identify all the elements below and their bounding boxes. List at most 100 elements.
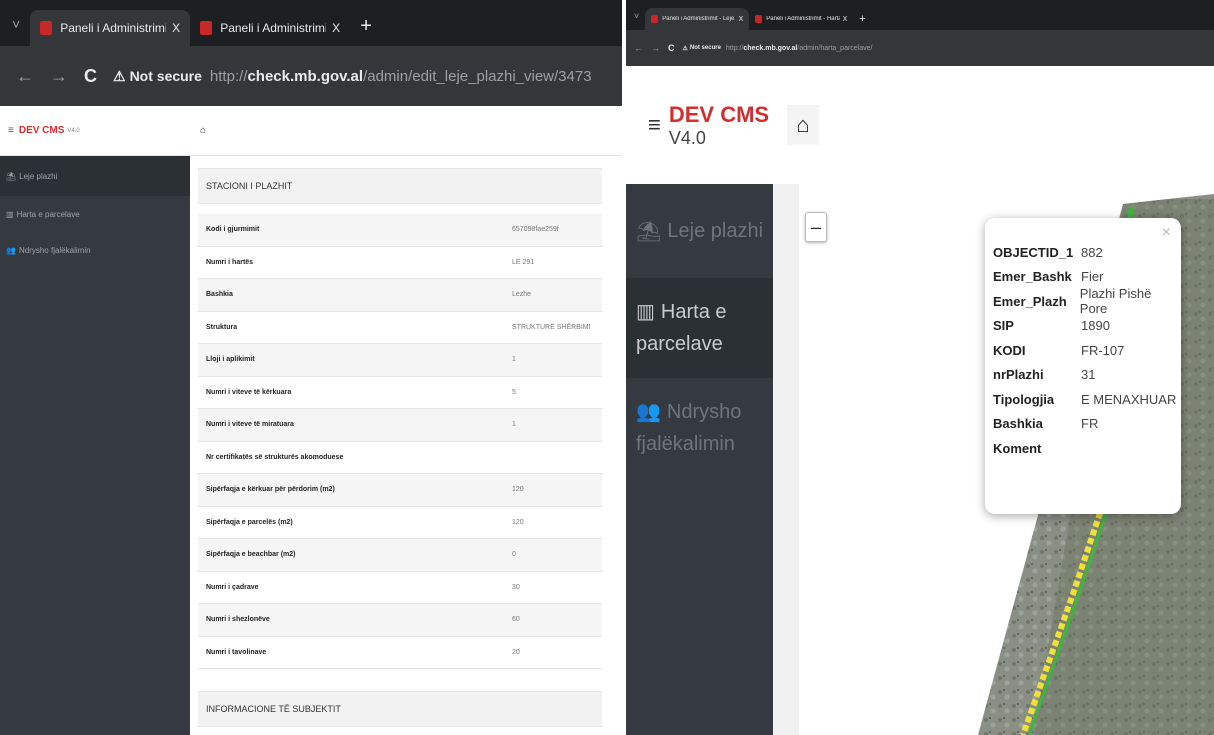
not-secure-badge[interactable]: ⚠ Not secure — [683, 45, 721, 52]
brand-block: DEV CMS V4.0 — [669, 102, 769, 149]
sidebar-item-leje-plazhi[interactable]: ⛱ Leje plazhi — [626, 184, 773, 278]
field-value: 1 — [512, 421, 516, 429]
tab-search-button[interactable]: ˅ — [12, 16, 20, 32]
tab-search-button[interactable]: ˅ — [634, 11, 639, 21]
table-row: Sipërfaqja e beachbar (m2) 0 — [198, 539, 602, 572]
tab-leje-plazhi[interactable]: Paneli i Administrimit - Leje Pla X — [645, 8, 750, 30]
table-row: Sipërfaqja e kërkuar për përdorim (m2) 12… — [198, 474, 602, 507]
sidebar-item-ndrysho[interactable]: 👥 Ndrysho fjalëkalimin — [0, 232, 190, 268]
url-field[interactable]: http://check.mb.gov.al/admin/edit_leje_p… — [210, 68, 592, 85]
map-area[interactable]: – × OBJECTID_1 882 Emer_Bashk Fier Emer_Plaz… — [773, 184, 1214, 735]
url-path: /admin/harta_parcelave/ — [797, 44, 873, 52]
tab-leje-plazhi[interactable]: Paneli i Administrimit - Leje Pla X — [30, 10, 191, 46]
not-secure-label: Not secure — [689, 45, 721, 51]
forward-icon[interactable]: → — [50, 66, 68, 87]
map-icon: ▥ — [636, 301, 655, 323]
menu-toggle-icon[interactable]: ≡ — [8, 125, 14, 136]
new-tab-button[interactable]: + — [360, 15, 372, 38]
field-label: Lloji i aplikimit — [206, 356, 255, 364]
left-browser-window: ˅ Paneli i Administrimit - Leje Pla X Pa… — [0, 0, 622, 735]
table-row: Kodi i gjurmimit 657098fae259f — [198, 214, 602, 247]
field-label: Nr certifikatës së strukturës akomoduese — [206, 453, 344, 461]
tab-bar: ˅ Paneli i Administrimit - Leje Pla X Pa… — [0, 0, 622, 46]
back-icon[interactable]: ← — [634, 43, 643, 53]
field-label: Bashkia — [206, 291, 233, 299]
favicon-icon — [755, 15, 763, 23]
tab-close-icon[interactable]: X — [166, 21, 180, 35]
sidebar-item-harta[interactable]: ▥ Harta e parcelave — [626, 278, 773, 378]
popup-value: 882 — [1081, 244, 1103, 260]
tab-ndrysho[interactable]: Paneli i Administrimit - Ndrysh X — [190, 10, 350, 46]
tab-close-icon[interactable]: X — [840, 16, 848, 23]
map-popup: × OBJECTID_1 882 Emer_Bashk Fier Emer_Plazh P… — [985, 218, 1181, 514]
popup-row: nrPlazhi 31 — [993, 363, 1181, 388]
new-tab-button[interactable]: + — [859, 13, 865, 25]
url-host: check.mb.gov.al — [743, 44, 798, 52]
brand-version: V4.0 — [668, 127, 706, 148]
field-label: Sipërfaqja e kërkuar për përdorim (m2) — [206, 486, 335, 494]
sidebar-item-ndrysho[interactable]: 👥 Ndrysho fjalëkalimin — [626, 378, 773, 478]
field-value: 1 — [512, 356, 516, 364]
users-icon: 👥 — [6, 245, 16, 255]
popup-key: Bashkia — [993, 416, 1043, 432]
forward-icon[interactable]: → — [651, 43, 660, 53]
back-icon[interactable]: ← — [16, 66, 34, 87]
sidebar-item-harta[interactable]: ▥ Harta e parcelave — [0, 196, 190, 232]
popup-key: Koment — [993, 440, 1042, 456]
home-icon: ⌂ — [796, 112, 810, 137]
field-value: 60 — [512, 616, 520, 624]
popup-row: Bashkia FR — [993, 412, 1181, 437]
field-value: 20 — [512, 648, 520, 656]
umbrella-icon: ⛱ — [6, 171, 17, 181]
popup-row: Emer_Plazh Plazhi Pishë Pore — [993, 286, 1181, 317]
popup-value: Fier — [1081, 269, 1104, 285]
sidebar-item-leje-plazhi[interactable]: ⛱ Leje plazhi — [0, 156, 190, 196]
tab-title: Paneli i Administrimit - Harta e — [766, 16, 840, 22]
table-row: Struktura STRUKTURË SHËRBIMI — [198, 312, 602, 344]
sidebar-item-content: ▥ Harta e parcelave — [636, 296, 763, 360]
field-label: Struktura — [206, 323, 238, 331]
table-row: Numri i tavolinave 20 — [198, 637, 602, 669]
reload-icon[interactable]: C — [84, 66, 97, 87]
popup-close-icon[interactable]: × — [1162, 224, 1171, 242]
field-value: 120 — [512, 486, 524, 494]
users-icon: 👥 — [636, 401, 661, 423]
popup-value: E MENAXHUAR — [1081, 391, 1177, 407]
field-label: Sipërfaqja e parcelës (m2) — [206, 518, 293, 526]
popup-value: 31 — [1081, 367, 1096, 383]
zoom-out-button[interactable]: – — [805, 212, 827, 242]
url-host: check.mb.gov.al — [247, 67, 364, 85]
warning-icon: ⚠ — [113, 67, 126, 84]
popup-value: Plazhi Pishë Pore — [1079, 286, 1152, 317]
table-row: Numri i viteve të miratuara 1 — [198, 409, 602, 442]
popup-value: FR-107 — [1081, 342, 1125, 358]
tab-harta[interactable]: Paneli i Administrimit - Harta e X — [749, 8, 853, 30]
sidebar-item-content: 👥 Ndrysho fjalëkalimin — [636, 396, 763, 460]
field-label: Numri i viteve të kërkuara — [206, 388, 292, 396]
field-label: Numri i viteve të miratuara — [206, 421, 294, 429]
popup-key: Tipologjia — [993, 391, 1055, 407]
url-scheme: http:// — [209, 67, 248, 85]
tab-title: Paneli i Administrimit - Leje Pla — [60, 21, 167, 35]
brand-area: ≡ DEV CMS V4.0 — [626, 102, 773, 149]
tab-close-icon[interactable]: X — [736, 16, 744, 23]
table-row: Numri i çadrave 30 — [198, 572, 602, 604]
home-icon[interactable]: ⌂ — [200, 125, 206, 136]
popup-key: Emer_Plazh — [993, 293, 1067, 309]
favicon-icon — [651, 15, 659, 23]
not-secure-badge[interactable]: ⚠ Not secure — [113, 68, 202, 85]
popup-row: Koment — [993, 436, 1181, 461]
home-button[interactable]: ⌂ — [787, 105, 819, 145]
url-field[interactable]: http://check.mb.gov.al/admin/harta_parce… — [726, 45, 873, 52]
popup-attributes: OBJECTID_1 882 Emer_Bashk Fier Emer_Plazh Pla… — [993, 240, 1181, 461]
menu-toggle-icon[interactable]: ≡ — [648, 112, 661, 138]
tab-close-icon[interactable]: X — [326, 21, 340, 35]
popup-value: FR — [1081, 416, 1099, 432]
sidebar: ⛱ Leje plazhi ▥ Harta e parcelave 👥 Ndrysh… — [626, 184, 773, 735]
section-title-stacioni: STACIONI I PLAZHIT — [198, 168, 602, 204]
brand-area: ≡ DEV CMS V4.0 — [0, 125, 190, 136]
reload-icon[interactable]: C — [668, 43, 675, 53]
popup-value: 1890 — [1081, 318, 1110, 334]
